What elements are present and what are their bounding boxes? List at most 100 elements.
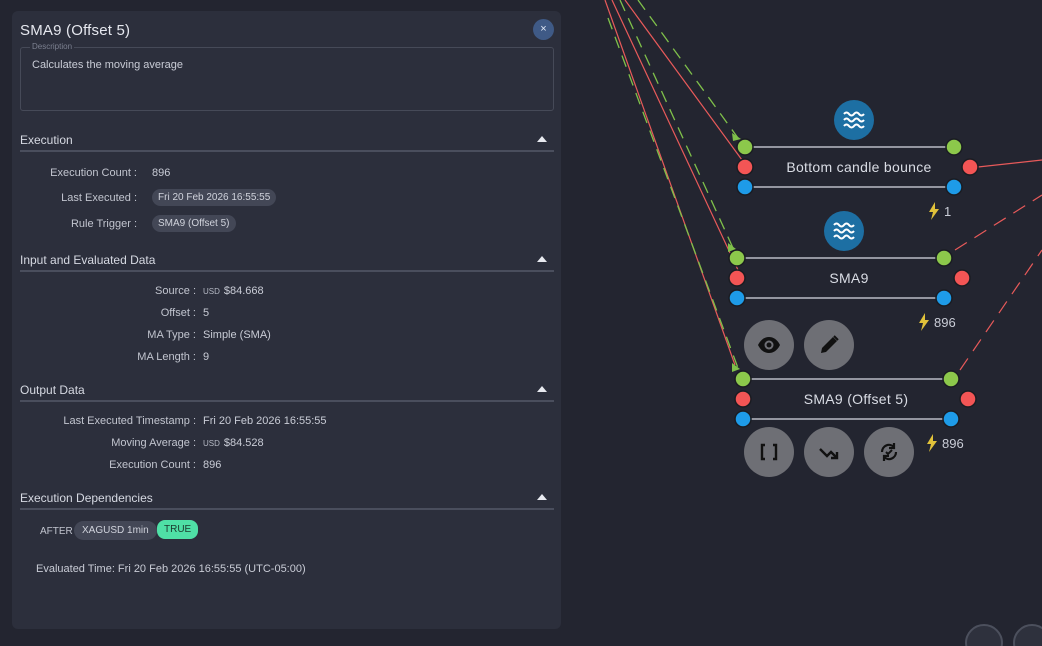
kv-key: Moving Average : xyxy=(111,437,196,449)
trending-icon xyxy=(819,448,839,460)
kv-row: Offset : 5 xyxy=(12,304,552,324)
kv-key: Execution Count : xyxy=(50,167,137,179)
kv-row: Moving Average : USD $84.528 xyxy=(12,434,552,454)
kv-row: Last Executed Timestamp : Fri 20 Feb 202… xyxy=(12,412,552,432)
description-label: Description xyxy=(30,42,75,51)
section-title: Output Data xyxy=(20,383,85,397)
status-badge: TRUE xyxy=(157,520,199,539)
input-port xyxy=(945,138,963,156)
kv-value: $84.528 xyxy=(223,437,264,449)
edit-button[interactable] xyxy=(804,320,854,370)
execution-count: 1 xyxy=(928,202,951,220)
kv-key: Offset : xyxy=(160,307,196,319)
kv-row: Execution Count : 896 xyxy=(12,164,552,184)
after-label: AFTER xyxy=(40,526,73,537)
edge-line xyxy=(954,194,1042,251)
brackets-button[interactable] xyxy=(744,427,794,477)
kv-row: Rule Trigger : SMA9 (Offset 5) xyxy=(12,215,552,235)
section-title: Execution xyxy=(20,133,73,147)
aux-port xyxy=(942,410,960,428)
input-port xyxy=(935,249,953,267)
collapse-caret-icon[interactable] xyxy=(537,386,547,392)
edge-line xyxy=(977,159,1042,168)
currency-label: USD xyxy=(203,287,220,296)
pencil-icon xyxy=(821,335,839,353)
edge-line xyxy=(637,0,739,139)
description-field[interactable]: Description Calculates the moving averag… xyxy=(20,42,554,111)
output-port xyxy=(953,269,971,287)
node-label[interactable]: SMA9 xyxy=(750,270,948,286)
kv-value: 9 xyxy=(203,351,210,363)
output-port xyxy=(736,158,754,176)
aux-port xyxy=(736,178,754,196)
aux-port xyxy=(945,178,963,196)
evaluated-time: Evaluated Time: Fri 20 Feb 2026 16:55:55… xyxy=(36,563,306,575)
section-title: Execution Dependencies xyxy=(20,491,153,505)
kv-row: MA Length : 9 xyxy=(12,348,552,368)
view-button[interactable] xyxy=(744,320,794,370)
rule-trigger-chip[interactable]: SMA9 (Offset 5) xyxy=(152,215,236,232)
arrowhead-icon xyxy=(732,363,740,372)
kv-value: Fri 20 Feb 2026 16:55:55 xyxy=(203,415,327,427)
edge-line xyxy=(959,249,1042,371)
edge-line xyxy=(611,0,739,271)
collapse-caret-icon[interactable] xyxy=(537,256,547,262)
kv-key: MA Type : xyxy=(147,329,196,341)
count-value: 896 xyxy=(942,435,964,451)
input-port xyxy=(942,370,960,388)
description-text: Calculates the moving average xyxy=(32,59,184,71)
aux-port xyxy=(734,410,752,428)
fit-view-button[interactable] xyxy=(965,624,1003,646)
kv-value: $84.668 xyxy=(223,285,264,297)
waves-icon xyxy=(824,211,864,251)
edge-line xyxy=(619,0,734,249)
section-dependencies-header[interactable]: Execution Dependencies xyxy=(20,487,554,510)
output-port xyxy=(961,158,979,176)
waves-icon xyxy=(834,100,874,140)
execution-count: 896 xyxy=(918,313,956,331)
output-port xyxy=(734,390,752,408)
panel-title: SMA9 (Offset 5) xyxy=(20,22,131,39)
bolt-icon xyxy=(927,434,937,452)
kv-row: Source : USD $84.668 xyxy=(12,282,552,302)
close-button[interactable]: × xyxy=(533,19,554,40)
aux-port xyxy=(935,289,953,307)
input-port xyxy=(728,249,746,267)
kv-key: Source : xyxy=(155,285,196,297)
section-execution-header[interactable]: Execution xyxy=(20,129,554,152)
trend-button[interactable] xyxy=(804,427,854,477)
kv-row: MA Type : Simple (SMA) xyxy=(12,326,552,346)
kv-value: Simple (SMA) xyxy=(203,329,271,341)
kv-row: Execution Count : 896 xyxy=(12,456,552,476)
zoom-button[interactable] xyxy=(1013,624,1042,646)
sync-button[interactable] xyxy=(864,427,914,477)
section-title: Input and Evaluated Data xyxy=(20,253,156,267)
brackets-icon xyxy=(760,443,778,461)
section-output-header[interactable]: Output Data xyxy=(20,379,554,402)
count-value: 1 xyxy=(944,203,952,219)
dependency-chip[interactable]: XAGUSD 1min xyxy=(74,521,157,540)
node-label[interactable]: SMA9 (Offset 5) xyxy=(757,391,955,407)
input-port xyxy=(736,138,754,156)
section-input-header[interactable]: Input and Evaluated Data xyxy=(20,249,554,272)
edge-line xyxy=(624,0,743,161)
output-port xyxy=(959,390,977,408)
aux-port xyxy=(728,289,746,307)
sync-icon xyxy=(880,443,898,461)
eye-icon xyxy=(758,337,780,353)
execution-count: 896 xyxy=(926,434,964,452)
collapse-caret-icon[interactable] xyxy=(537,136,547,142)
currency-label: USD xyxy=(203,439,220,448)
arrowhead-icon xyxy=(728,243,736,252)
node-label[interactable]: Bottom candle bounce xyxy=(760,159,958,175)
kv-key: Rule Trigger : xyxy=(70,218,137,230)
collapse-caret-icon[interactable] xyxy=(537,494,547,500)
kv-key: Execution Count : xyxy=(109,459,196,471)
input-port xyxy=(734,370,752,388)
arrowhead-icon xyxy=(732,133,741,141)
kv-value: 5 xyxy=(203,307,210,319)
edge-line xyxy=(607,17,739,369)
edge-line xyxy=(604,0,736,366)
kv-row: Last Executed : Fri 20 Feb 2026 16:55:55 xyxy=(12,189,552,209)
kv-key: Last Executed : xyxy=(61,192,137,204)
